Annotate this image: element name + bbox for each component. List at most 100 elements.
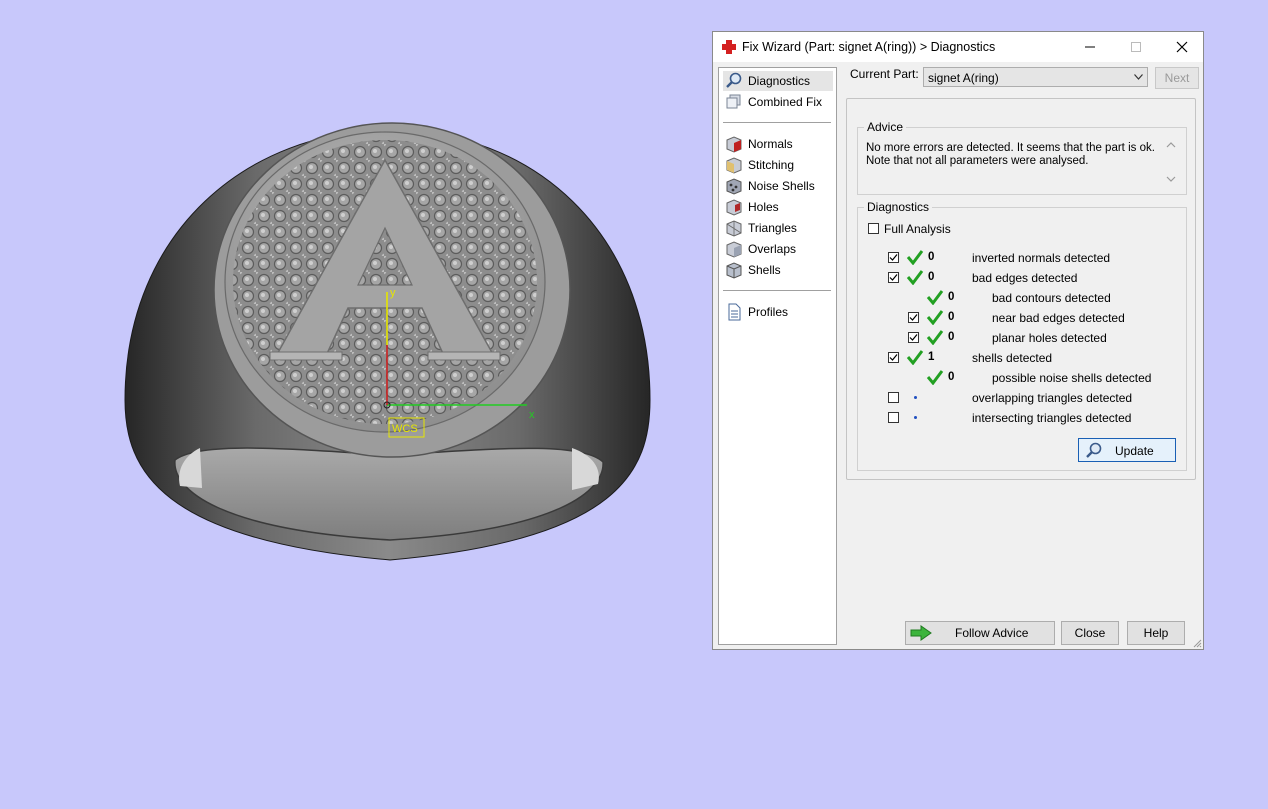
nav-item-normals[interactable]: Normals	[723, 134, 833, 154]
nav-label: Triangles	[748, 221, 797, 235]
near-bad-edges-checkbox[interactable]	[908, 312, 919, 323]
noise-shells-icon	[726, 178, 742, 195]
bad-contours-count: 0	[948, 291, 955, 303]
nav-item-stitching[interactable]: Stitching	[723, 155, 833, 175]
inverted-normals-checkbox[interactable]	[888, 252, 899, 263]
nav-label: Diagnostics	[748, 74, 811, 88]
current-part-label: Current Part:	[850, 67, 919, 81]
shells-label: shells detected	[972, 351, 1053, 365]
green-check-icon	[926, 310, 944, 325]
bad-contours-label: bad contours detected	[992, 291, 1111, 305]
nav-separator	[723, 290, 831, 291]
green-check-icon	[906, 270, 924, 285]
full-analysis-label: Full Analysis	[884, 222, 951, 236]
triangles-icon	[726, 220, 742, 237]
resize-grip-icon[interactable]	[1192, 638, 1202, 648]
follow-advice-label: Follow Advice	[955, 626, 1029, 640]
planar-holes-count: 0	[948, 331, 955, 343]
full-analysis-checkbox[interactable]	[868, 223, 879, 234]
holes-icon	[726, 199, 742, 216]
update-label: Update	[1115, 444, 1154, 458]
diagnostics-title: Diagnostics	[864, 200, 933, 214]
checkmark-icon	[909, 314, 918, 321]
noise-shells-label: possible noise shells detected	[992, 371, 1152, 385]
help-button[interactable]: Help	[1127, 621, 1185, 645]
intersecting-label: intersecting triangles detected	[972, 411, 1132, 425]
advice-line: No more errors are detected. It seems th…	[866, 142, 1155, 154]
title-bar[interactable]: Fix Wizard (Part: signet A(ring)) > Diag…	[713, 32, 1203, 62]
red-cross-icon	[722, 40, 736, 54]
advice-line: Note that not all parameters were analys…	[866, 155, 1089, 167]
bad-edges-count: 0	[928, 271, 935, 283]
green-check-icon	[926, 370, 944, 385]
nav-item-profiles[interactable]: Profiles	[723, 302, 833, 322]
not-analysed-dot	[914, 416, 917, 419]
window-close-button[interactable]	[1159, 32, 1205, 62]
nav-label: Profiles	[748, 305, 789, 319]
update-button[interactable]: Update	[1078, 438, 1176, 462]
checkmark-icon	[889, 254, 898, 261]
nav-item-overlaps[interactable]: Overlaps	[723, 239, 833, 259]
shells-checkbox[interactable]	[888, 352, 899, 363]
inverted-normals-count: 0	[928, 251, 935, 263]
near-bad-edges-count: 0	[948, 311, 955, 323]
maximize-button[interactable]	[1113, 32, 1159, 62]
bad-edges-label: bad edges detected	[972, 271, 1078, 285]
next-button[interactable]: Next	[1155, 67, 1199, 89]
nav-label: Overlaps	[748, 242, 797, 256]
advice-group: Advice No more errors are detected. It s…	[857, 120, 1187, 195]
magnifier-icon	[1086, 442, 1102, 458]
nav-item-shells[interactable]: Shells	[723, 260, 833, 280]
follow-advice-button[interactable]: Follow Advice	[905, 621, 1055, 645]
magnifier-icon	[726, 72, 742, 88]
nav-label: Stitching	[748, 158, 795, 172]
nav-item-holes[interactable]: Holes	[723, 197, 833, 217]
nav-item-noise-shells[interactable]: Noise Shells	[723, 176, 833, 196]
advice-text-area[interactable]: No more errors are detected. It seems th…	[866, 138, 1156, 188]
chevron-down-icon	[1134, 74, 1143, 80]
ring-model: x y WCS	[124, 122, 651, 561]
maximize-icon	[1131, 42, 1141, 52]
stitching-icon	[726, 157, 742, 174]
close-icon	[1176, 41, 1188, 53]
advice-scrollbar[interactable]	[1161, 138, 1181, 186]
overlaps-icon	[726, 241, 742, 258]
planar-holes-label: planar holes detected	[992, 331, 1107, 345]
close-button[interactable]: Close	[1061, 621, 1119, 645]
nav-label: Noise Shells	[748, 179, 815, 193]
green-check-icon	[906, 250, 924, 265]
noise-shells-count: 0	[948, 371, 955, 383]
nav-item-triangles[interactable]: Triangles	[723, 218, 833, 238]
nav-item-diagnostics[interactable]: Diagnostics	[723, 71, 833, 91]
nav-label: Combined Fix	[748, 95, 823, 109]
minimize-button[interactable]	[1067, 32, 1113, 62]
shells-icon	[726, 262, 742, 279]
current-part-dropdown[interactable]: signet A(ring)	[923, 67, 1148, 87]
overlapping-checkbox[interactable]	[888, 392, 899, 403]
planar-holes-checkbox[interactable]	[908, 332, 919, 343]
normals-cube-icon	[726, 136, 742, 153]
intersecting-checkbox[interactable]	[888, 412, 899, 423]
checkmark-icon	[889, 274, 898, 281]
shells-count: 1	[928, 351, 935, 363]
bad-edges-checkbox[interactable]	[888, 272, 899, 283]
cube-stack-icon	[726, 94, 741, 109]
green-arrow-icon	[910, 625, 932, 641]
checkmark-icon	[889, 354, 898, 361]
nav-separator	[723, 122, 831, 123]
advice-title: Advice	[864, 120, 907, 134]
green-check-icon	[926, 330, 944, 345]
green-check-icon	[926, 290, 944, 305]
document-icon	[728, 303, 741, 321]
window-title: Fix Wizard (Part: signet A(ring)) > Diag…	[742, 40, 996, 54]
green-check-icon	[906, 350, 924, 365]
nav-label: Holes	[748, 200, 779, 214]
checkmark-icon	[909, 334, 918, 341]
3d-viewport[interactable]: x y WCS	[0, 0, 700, 809]
fix-wizard-dialog: Fix Wizard (Part: signet A(ring)) > Diag…	[712, 31, 1204, 650]
nav-label: Normals	[748, 137, 793, 151]
overlapping-label: overlapping triangles detected	[972, 391, 1133, 405]
wizard-nav-pane: Diagnostics Combined Fix Normals Stitchi…	[718, 67, 837, 645]
nav-item-combined-fix[interactable]: Combined Fix	[723, 92, 833, 112]
nav-label: Shells	[748, 263, 781, 277]
